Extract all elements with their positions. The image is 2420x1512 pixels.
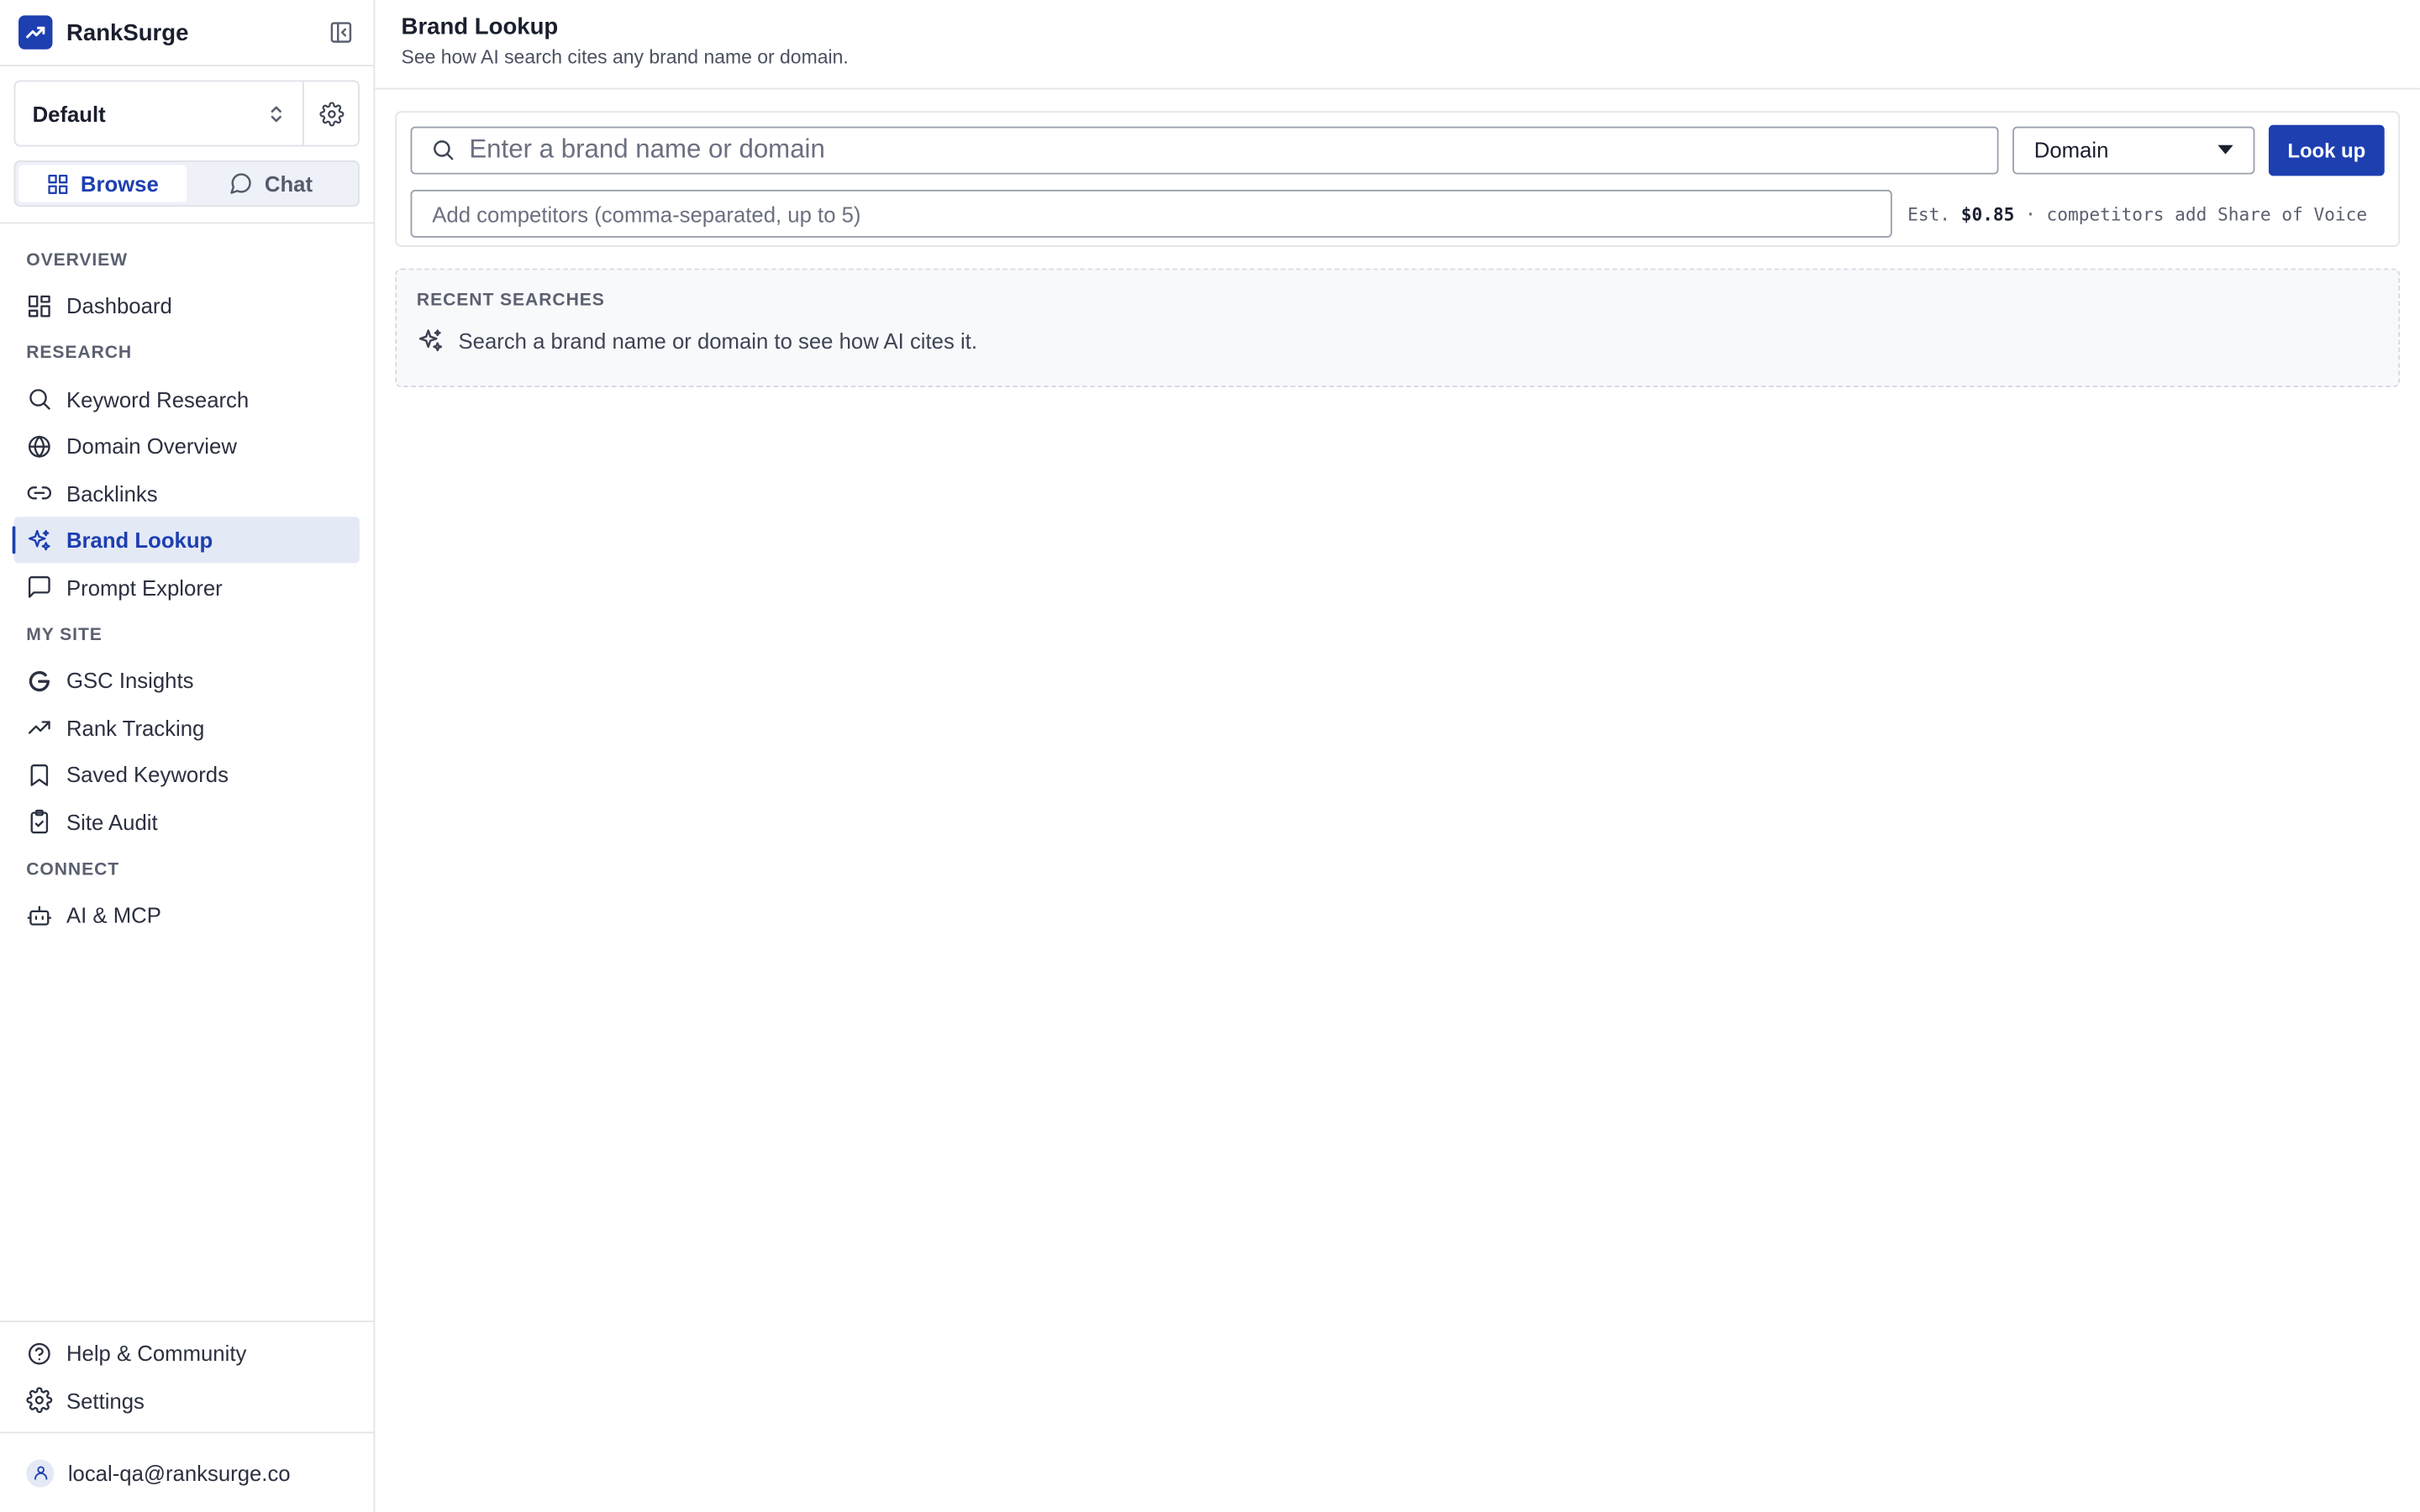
- collapse-sidebar-icon[interactable]: [327, 18, 355, 46]
- sidebar-item-label: Keyword Research: [66, 386, 250, 412]
- competitors-row: Est. $0.85 · competitors add Share of Vo…: [410, 189, 2385, 238]
- message-square-icon: [28, 575, 50, 598]
- chat-bubble-icon: [231, 173, 252, 194]
- project-switcher: Default: [13, 80, 360, 147]
- user-email: local-qa@ranksurge.co: [67, 1460, 291, 1485]
- chat-mode-button[interactable]: Chat: [187, 165, 355, 202]
- sidebar-item-rank-tracking[interactable]: Rank Tracking: [14, 704, 360, 750]
- sidebar-item-label: Backlinks: [66, 480, 158, 506]
- caret-down-icon: [2217, 144, 2233, 155]
- sidebar-item-gsc-insights[interactable]: GSC Insights: [14, 657, 360, 703]
- cost-estimate: Est. $0.85 · competitors add Share of Vo…: [1907, 203, 2367, 225]
- sidebar-item-domain-overview[interactable]: Domain Overview: [14, 423, 360, 469]
- grid-icon: [48, 174, 68, 194]
- ranksurge-logo-icon[interactable]: [18, 15, 53, 50]
- dashboard-icon: [28, 294, 50, 317]
- search-card: Domain Look up Est. $0.85 · competitors …: [395, 111, 2401, 247]
- browse-label: Browse: [80, 171, 159, 197]
- sidebar-item-site-audit[interactable]: Site Audit: [14, 798, 360, 844]
- sidebar-item-label: Saved Keywords: [66, 762, 229, 787]
- sidebar-item-backlinks[interactable]: Backlinks: [14, 470, 360, 516]
- browse-mode-button[interactable]: Browse: [18, 165, 187, 202]
- page-title: Brand Lookup: [401, 13, 559, 40]
- sidebar-item-label: Prompt Explorer: [66, 575, 223, 600]
- cost-estimate-suffix: · competitors add Share of Voice: [2025, 202, 2368, 225]
- sparkles-icon: [418, 329, 443, 352]
- sidebar-item-keyword-research[interactable]: Keyword Research: [14, 375, 360, 422]
- cost-estimate-prefix: Est.: [1907, 202, 1951, 225]
- gear-icon: [318, 101, 344, 126]
- nav-section-my-site: MY SITE: [26, 625, 103, 644]
- sidebar-item-label: AI & MCP: [66, 902, 161, 927]
- sidebar: RankSurge Default Browse Chat OVERVIEW D…: [0, 0, 376, 1512]
- competitors-box[interactable]: [410, 189, 1892, 238]
- sidebar-item-brand-lookup[interactable]: Brand Lookup: [12, 517, 360, 564]
- sidebar-item-label: GSC Insights: [66, 668, 194, 693]
- sidebar-item-settings[interactable]: Settings: [14, 1377, 360, 1423]
- sidebar-item-saved-keywords[interactable]: Saved Keywords: [14, 751, 360, 797]
- link-icon: [27, 486, 52, 500]
- recent-searches-empty: Search a brand name or domain to see how…: [417, 327, 2378, 354]
- sidebar-item-dashboard[interactable]: Dashboard: [14, 282, 360, 328]
- sidebar-footer: Help & Community Settings: [0, 1320, 374, 1431]
- sparkles-icon: [28, 528, 50, 550]
- sidebar-item-label: Site Audit: [66, 809, 158, 834]
- sidebar-item-label: Domain Overview: [66, 433, 237, 459]
- project-select[interactable]: Default: [15, 81, 304, 145]
- recent-searches-title: RECENT SEARCHES: [416, 291, 605, 311]
- app-name: RankSurge: [66, 18, 189, 46]
- sidebar-item-label: Settings: [66, 1388, 145, 1413]
- project-name: Default: [32, 101, 106, 126]
- cost-estimate-price: $0.85: [1960, 202, 2015, 225]
- nav-section-research: RESEARCH: [26, 344, 133, 363]
- sidebar-item-label: Help & Community: [66, 1341, 247, 1366]
- search-row: Domain Look up: [410, 123, 2385, 176]
- trending-up-icon: [28, 721, 50, 734]
- chat-label: Chat: [264, 171, 313, 197]
- sidebar-item-ai-mcp[interactable]: AI & MCP: [14, 892, 360, 938]
- globe-icon: [28, 434, 50, 458]
- sidebar-item-prompt-explorer[interactable]: Prompt Explorer: [14, 564, 360, 610]
- mode-toggle: Browse Chat: [13, 160, 360, 207]
- empty-message: Search a brand name or domain to see how…: [458, 328, 977, 354]
- nav-section-connect: CONNECT: [26, 859, 120, 879]
- chevron-up-down-icon: [271, 105, 281, 122]
- gear-icon: [26, 1387, 53, 1414]
- brand-search-input[interactable]: [469, 134, 1979, 165]
- competitors-input[interactable]: [432, 201, 1871, 227]
- clipboard-check-icon: [30, 809, 49, 834]
- brand-search-box[interactable]: [410, 125, 1999, 174]
- search-icon: [434, 140, 454, 160]
- project-settings-button[interactable]: [304, 81, 358, 144]
- sidebar-item-label: Dashboard: [66, 292, 172, 318]
- app-root: RankSurge Default Browse Chat OVERVIEW D…: [0, 0, 2420, 1512]
- sidebar-nav: OVERVIEW Dashboard RESEARCH Keyword Rese…: [0, 223, 373, 1320]
- user-icon: [34, 1466, 47, 1480]
- main-content: Brand Lookup See how AI search cites any…: [375, 0, 2420, 1512]
- avatar: [26, 1458, 55, 1487]
- nav-section-overview: OVERVIEW: [26, 250, 129, 270]
- sidebar-item-help[interactable]: Help & Community: [14, 1330, 360, 1376]
- google-icon: [29, 670, 50, 691]
- bookmark-icon: [30, 764, 49, 785]
- search-icon: [29, 389, 50, 410]
- brand-header: RankSurge: [0, 0, 374, 66]
- page-header: Brand Lookup See how AI search cites any…: [375, 0, 2420, 90]
- lookup-type-select[interactable]: Domain: [2012, 125, 2255, 174]
- bot-icon: [27, 905, 52, 925]
- sidebar-item-label: Brand Lookup: [66, 528, 213, 553]
- lookup-type-value: Domain: [2033, 137, 2109, 162]
- user-menu[interactable]: local-qa@ranksurge.co: [0, 1431, 374, 1512]
- help-circle-icon: [28, 1341, 50, 1364]
- look-up-button[interactable]: Look up: [2268, 123, 2385, 176]
- recent-searches-panel: RECENT SEARCHES Search a brand name or d…: [395, 268, 2401, 388]
- page-subtitle: See how AI search cites any brand name o…: [401, 46, 849, 68]
- sidebar-item-label: Rank Tracking: [66, 715, 205, 740]
